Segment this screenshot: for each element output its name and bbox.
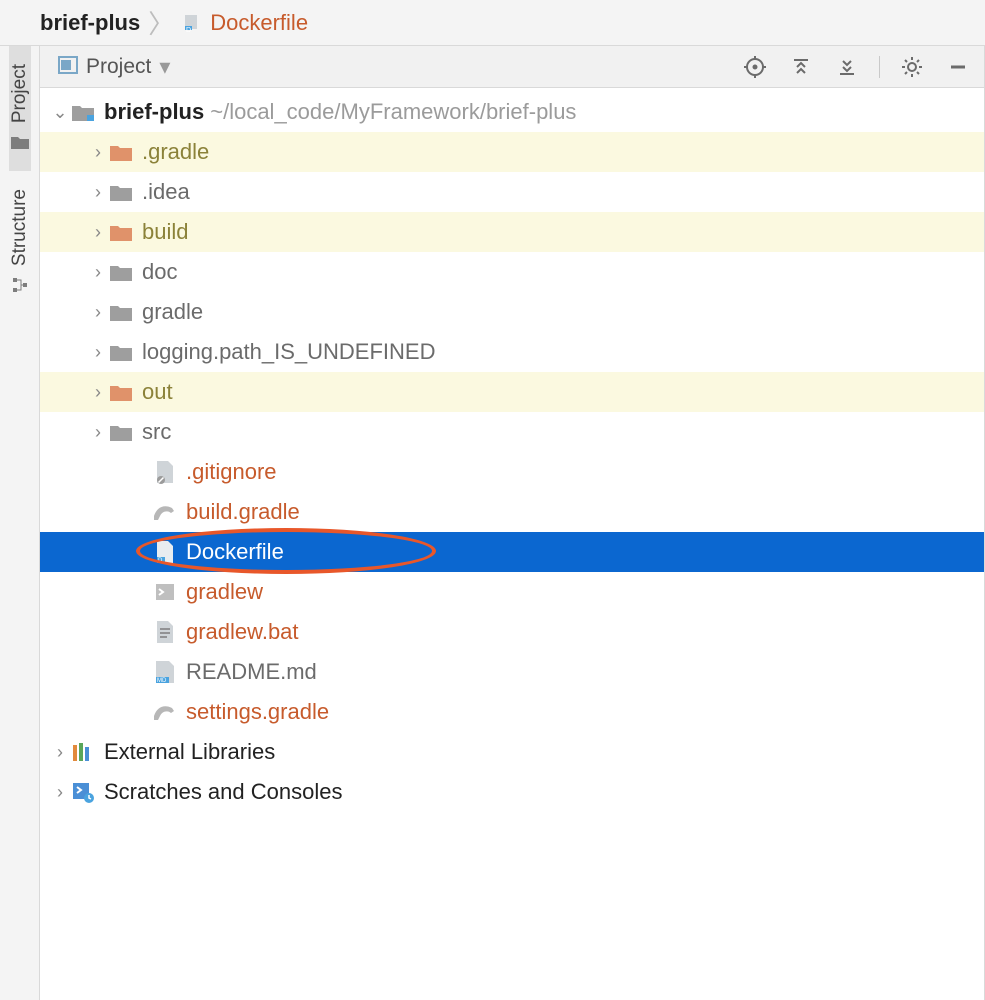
breadcrumb-file[interactable]: Dockerfile bbox=[210, 10, 308, 36]
tree-item-label: gradle bbox=[142, 299, 203, 325]
tree-external-libraries[interactable]: › External Libraries bbox=[40, 732, 984, 772]
dockerfile-icon: D bbox=[182, 12, 204, 34]
tree-item-label: logging.path_IS_UNDEFINED bbox=[142, 339, 435, 365]
folder-icon bbox=[108, 259, 134, 285]
chevron-down-icon: ▾ bbox=[159, 54, 170, 80]
folder-icon bbox=[108, 179, 134, 205]
dockerfile-icon: D bbox=[152, 539, 178, 565]
folder-icon bbox=[108, 139, 134, 165]
tree-item-label: src bbox=[142, 419, 171, 445]
tree-item-label: doc bbox=[142, 259, 177, 285]
chevron-down-icon[interactable]: ⌄ bbox=[50, 102, 70, 123]
module-folder-icon bbox=[70, 99, 96, 125]
chevron-right-icon[interactable]: › bbox=[88, 182, 108, 203]
hide-icon[interactable] bbox=[944, 53, 972, 81]
tree-folder-out[interactable]: › out bbox=[40, 372, 984, 412]
text-file-icon bbox=[152, 619, 178, 645]
folder-icon bbox=[108, 339, 134, 365]
libraries-icon bbox=[70, 739, 96, 765]
tree-item-label: Dockerfile bbox=[186, 539, 284, 565]
tool-window-bar: Project Structure bbox=[0, 46, 40, 1000]
gitignore-file-icon bbox=[152, 459, 178, 485]
chevron-right-icon[interactable]: › bbox=[88, 422, 108, 443]
structure-icon bbox=[9, 274, 31, 296]
folder-icon bbox=[108, 219, 134, 245]
tab-structure-label: Structure bbox=[9, 189, 31, 266]
tab-project[interactable]: Project bbox=[9, 46, 31, 171]
panel-toolbar bbox=[741, 53, 972, 81]
tree-item-label: build.gradle bbox=[186, 499, 300, 525]
tree-item-label: Scratches and Consoles bbox=[104, 779, 342, 805]
gradle-file-icon bbox=[152, 699, 178, 725]
tree-item-label: .gradle bbox=[142, 139, 209, 165]
tree-file-gradlew-bat[interactable]: gradlew.bat bbox=[40, 612, 984, 652]
tree-folder-gradle-cache[interactable]: › .gradle bbox=[40, 132, 984, 172]
tab-structure[interactable]: Structure bbox=[9, 171, 31, 314]
folder-icon bbox=[108, 299, 134, 325]
tree-item-label: gradlew bbox=[186, 579, 263, 605]
tree-scratches[interactable]: › Scratches and Consoles bbox=[40, 772, 984, 812]
folder-icon bbox=[9, 131, 31, 153]
panel-header: Project ▾ bbox=[40, 46, 984, 88]
chevron-right-icon[interactable]: › bbox=[88, 382, 108, 403]
scratches-icon bbox=[70, 779, 96, 805]
shell-file-icon bbox=[152, 579, 178, 605]
tree-file-gradlew[interactable]: gradlew bbox=[40, 572, 984, 612]
chevron-right-icon[interactable]: › bbox=[88, 262, 108, 283]
chevron-right-icon[interactable]: › bbox=[88, 342, 108, 363]
tree-item-label: build bbox=[142, 219, 188, 245]
tree-folder-build[interactable]: › build bbox=[40, 212, 984, 252]
tree-folder-logging[interactable]: › logging.path_IS_UNDEFINED bbox=[40, 332, 984, 372]
breadcrumb: brief-plus 〉 D Dockerfile bbox=[0, 0, 985, 46]
tree-file-readme[interactable]: MD README.md bbox=[40, 652, 984, 692]
panel-title: Project bbox=[86, 55, 151, 79]
tree-file-settings-gradle[interactable]: settings.gradle bbox=[40, 692, 984, 732]
svg-text:D: D bbox=[186, 27, 191, 33]
project-tree[interactable]: ⌄ brief-plus ~/local_code/MyFramework/br… bbox=[40, 88, 984, 1000]
chevron-right-icon[interactable]: › bbox=[88, 142, 108, 163]
gear-icon[interactable] bbox=[898, 53, 926, 81]
tree-folder-doc[interactable]: › doc bbox=[40, 252, 984, 292]
tree-item-label: External Libraries bbox=[104, 739, 275, 765]
folder-icon bbox=[108, 419, 134, 445]
tree-file-build-gradle[interactable]: build.gradle bbox=[40, 492, 984, 532]
folder-icon bbox=[108, 379, 134, 405]
locate-icon[interactable] bbox=[741, 53, 769, 81]
chevron-right-icon[interactable]: › bbox=[50, 782, 70, 803]
tree-folder-idea[interactable]: › .idea bbox=[40, 172, 984, 212]
tree-folder-gradle[interactable]: › gradle bbox=[40, 292, 984, 332]
expand-all-icon[interactable] bbox=[787, 53, 815, 81]
collapse-all-icon[interactable] bbox=[833, 53, 861, 81]
chevron-right-icon[interactable]: › bbox=[88, 222, 108, 243]
svg-text:D: D bbox=[158, 558, 163, 564]
tree-root-name: brief-plus bbox=[104, 99, 204, 125]
breadcrumb-root[interactable]: brief-plus bbox=[40, 10, 140, 36]
tree-root-path: ~/local_code/MyFramework/brief-plus bbox=[210, 99, 576, 125]
markdown-file-icon: MD bbox=[152, 659, 178, 685]
project-panel: Project ▾ bbox=[40, 46, 985, 1000]
chevron-right-icon[interactable]: › bbox=[50, 742, 70, 763]
panel-view-selector[interactable]: Project ▾ bbox=[58, 54, 731, 80]
tree-root[interactable]: ⌄ brief-plus ~/local_code/MyFramework/br… bbox=[40, 92, 984, 132]
tree-file-gitignore[interactable]: .gitignore bbox=[40, 452, 984, 492]
breadcrumb-separator-icon: 〉 bbox=[146, 4, 176, 41]
tree-item-label: .gitignore bbox=[186, 459, 277, 485]
tree-item-label: out bbox=[142, 379, 173, 405]
svg-text:MD: MD bbox=[157, 678, 167, 684]
window-icon bbox=[58, 54, 78, 80]
toolbar-divider bbox=[879, 56, 880, 78]
tree-item-label: gradlew.bat bbox=[186, 619, 299, 645]
tree-item-label: .idea bbox=[142, 179, 190, 205]
annotation-circle bbox=[136, 528, 436, 574]
gradle-file-icon bbox=[152, 499, 178, 525]
tree-item-label: settings.gradle bbox=[186, 699, 329, 725]
tree-item-label: README.md bbox=[186, 659, 317, 685]
tree-folder-src[interactable]: › src bbox=[40, 412, 984, 452]
chevron-right-icon[interactable]: › bbox=[88, 302, 108, 323]
tab-project-label: Project bbox=[9, 64, 31, 123]
tree-file-dockerfile[interactable]: D Dockerfile bbox=[40, 532, 984, 572]
